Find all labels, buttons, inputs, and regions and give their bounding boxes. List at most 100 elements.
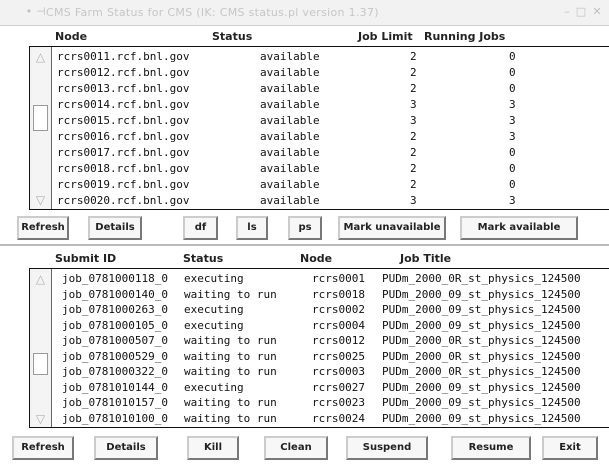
job-status: executing [184,380,244,394]
node-job-limit: 2 [410,162,417,175]
job-node: rcrs0004 [312,318,365,332]
node-running-jobs: 0 [509,82,516,95]
node-job-limit: 2 [410,146,417,159]
job-submit-id: job_0781000140_0 [62,287,168,301]
job-status: waiting to run [184,411,277,425]
job-row[interactable]: job_0781010157_0 waiting to run rcrs0023 PU… [54,396,609,410]
node-row[interactable]: rcrs0018.rcf.bnl.gov available 2 0 [54,162,609,176]
minimize-icon[interactable]: – [560,5,574,19]
exit-button[interactable]: Exit [542,436,598,460]
job-list[interactable]: △ ▽ job_0781000118_0 executing rcrs0001 PUD… [29,268,609,428]
job-list-scroll-thumb[interactable] [33,353,48,375]
node-row[interactable]: rcrs0011.rcf.bnl.gov available 2 0 [54,50,609,64]
job-row[interactable]: job_0781000507_0 waiting to run rcrs0012 PU… [54,334,609,348]
node-status: available [260,130,320,143]
node-job-limit: 2 [410,178,417,191]
job-row[interactable]: job_0781000118_0 executing rcrs0001 PUDm_20… [54,272,609,286]
scroll-up-arrow-icon[interactable]: △ [32,50,49,64]
job-row[interactable]: job_0781000140_0 waiting to run rcrs0018 PU… [54,288,609,302]
job-node: rcrs0023 [312,396,365,409]
job-row[interactable]: job_0781000263_0 executing rcrs0002 PUDm_20… [54,303,609,317]
job-status: waiting to run [184,334,277,347]
suspend-button[interactable]: Suspend [346,436,428,460]
job-node: rcrs0012 [312,334,365,347]
node-refresh-button[interactable]: Refresh [17,216,69,240]
node-name: rcrs0017.rcf.bnl.gov [57,146,190,159]
job-node: rcrs0027 [312,380,365,394]
job-title: PUDm_2000_09_st_physics_124500 [382,303,581,316]
job-row[interactable]: job_0781000322_0 waiting to run rcrs0003 PU… [54,365,609,379]
job-status: waiting to run [184,396,277,409]
title-bar[interactable]: • ⊣ CMS Farm Status for CMS (IK: CMS sta… [0,0,609,26]
node-running-jobs: 0 [509,178,516,191]
resume-button[interactable]: Resume [451,436,531,460]
section-divider [0,244,609,246]
node-row[interactable]: rcrs0012.rcf.bnl.gov available 2 0 [54,66,609,80]
node-running-jobs: 0 [509,146,516,159]
df-button[interactable]: df [183,216,218,240]
node-list-scroll-thumb[interactable] [33,105,48,131]
job-refresh-button[interactable]: Refresh [12,436,74,460]
node-running-jobs: 3 [509,194,516,207]
node-row[interactable]: rcrs0013.rcf.bnl.gov available 2 0 [54,82,609,96]
mark-unavailable-button[interactable]: Mark unavailable [338,216,446,240]
job-row[interactable]: job_0781000105_0 executing rcrs0004 PUDm_20… [54,319,609,333]
node-running-jobs: 0 [509,50,516,63]
job-row[interactable]: job_0781010144_0 executing rcrs0027 PUDm_20… [54,381,609,395]
node-status: available [260,98,320,111]
column-header-job-node: Node [300,252,333,265]
node-row[interactable]: rcrs0014.rcf.bnl.gov available 3 3 [54,98,609,112]
node-status: available [260,162,320,175]
node-status: available [260,146,320,159]
job-title: PUDm_2000_09_st_physics_124500 [382,396,581,409]
column-header-job-limit: Job Limit [358,30,413,43]
node-job-limit: 2 [410,50,417,63]
maximize-icon[interactable]: □ [574,5,588,19]
scroll-down-arrow-icon[interactable]: ▽ [32,193,49,207]
job-title: PUDm_2000_09_st_physics_124500 [382,287,581,301]
column-header-running-jobs: Running Jobs [424,30,506,43]
scroll-down-arrow-icon[interactable]: ▽ [32,412,49,426]
job-list-scrollbar[interactable]: △ ▽ [30,269,52,427]
ps-button[interactable]: ps [288,216,322,240]
job-title: PUDm_2000_0R_st_physics_124500 [382,365,581,378]
node-row[interactable]: rcrs0019.rcf.bnl.gov available 2 0 [54,178,609,192]
job-title: PUDm_2000_09_st_physics_124500 [382,318,581,332]
node-running-jobs: 3 [509,114,516,127]
node-job-limit: 3 [410,98,417,111]
job-submit-id: job_0781000529_0 [62,349,168,363]
node-name: rcrs0014.rcf.bnl.gov [57,98,190,111]
node-name: rcrs0011.rcf.bnl.gov [57,50,190,63]
job-title: PUDm_2000_09_st_physics_124500 [382,380,581,394]
job-submit-id: job_0781010144_0 [62,380,168,394]
job-details-button[interactable]: Details [94,436,158,460]
job-title: PUDm_2000_0R_st_physics_124500 [382,349,581,363]
close-icon[interactable]: ✕ [590,5,604,19]
job-status: waiting to run [184,365,277,378]
clean-button[interactable]: Clean [264,436,328,460]
node-row[interactable]: rcrs0016.rcf.bnl.gov available 2 3 [54,130,609,144]
column-header-submit-id: Submit ID [55,252,117,265]
node-row[interactable]: rcrs0015.rcf.bnl.gov available 3 3 [54,114,609,128]
ls-button[interactable]: ls [236,216,268,240]
node-status: available [260,114,320,127]
app-window: • ⊣ CMS Farm Status for CMS (IK: CMS sta… [0,0,609,470]
node-list[interactable]: △ ▽ rcrs0011.rcf.bnl.gov available 2 0 rcrs0… [29,46,609,210]
mark-available-button[interactable]: Mark available [460,216,578,240]
column-header-job-status: Status [183,252,224,265]
node-status: available [260,50,320,63]
scroll-up-arrow-icon[interactable]: △ [32,272,49,286]
job-status: executing [184,272,244,285]
node-running-jobs: 3 [509,98,516,111]
job-row[interactable]: job_0781000529_0 waiting to run rcrs0025 PU… [54,350,609,364]
node-row[interactable]: rcrs0020.rcf.bnl.gov available 3 3 [54,194,609,208]
column-header-status: Status [212,30,253,43]
node-row[interactable]: rcrs0017.rcf.bnl.gov available 2 0 [54,146,609,160]
node-list-scrollbar[interactable]: △ ▽ [30,47,52,209]
kill-button[interactable]: Kill [187,436,239,460]
job-title: PUDm_2000_09_st_physics_124500 [382,411,581,425]
job-submit-id: job_0781010157_0 [62,396,168,409]
node-details-button[interactable]: Details [88,216,142,240]
job-row[interactable]: job_0781010100_0 waiting to run rcrs0024 PU… [54,412,609,426]
node-status: available [260,66,320,79]
